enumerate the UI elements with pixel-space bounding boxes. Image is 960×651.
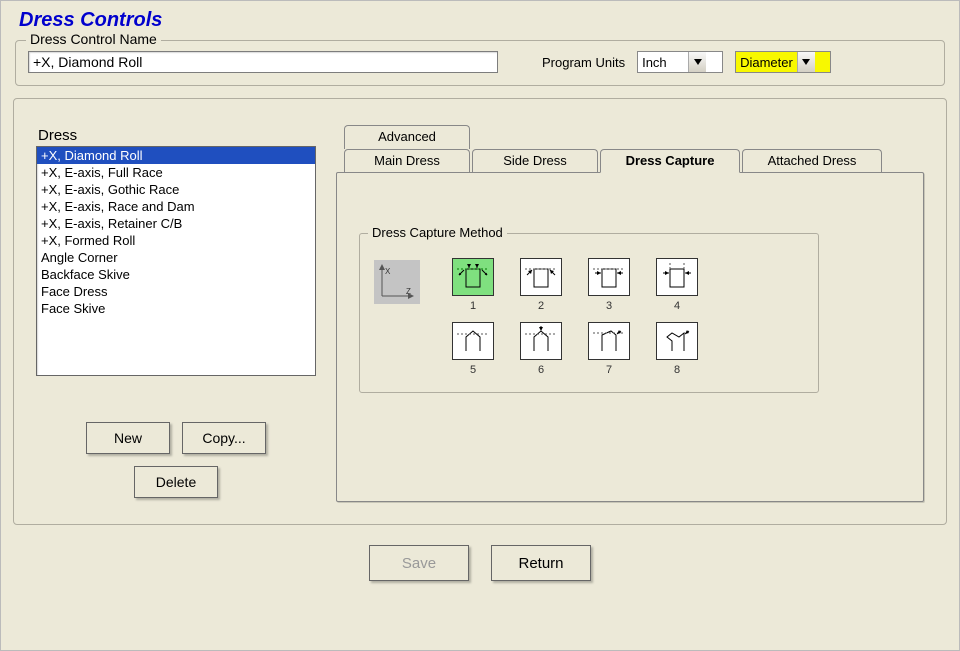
method-number: 8 xyxy=(674,364,680,376)
list-item[interactable]: Face Skive xyxy=(37,300,315,317)
list-item[interactable]: Angle Corner xyxy=(37,249,315,266)
left-column: Dress +X, Diamond Roll+X, E-axis, Full R… xyxy=(36,117,316,502)
method-option[interactable]: 6 xyxy=(520,322,562,376)
dress-listbox[interactable]: +X, Diamond Roll+X, E-axis, Full Race+X,… xyxy=(36,146,316,376)
name-fieldset-legend: Dress Control Name xyxy=(26,31,161,47)
capture-method-group: Dress Capture Method X Z xyxy=(359,233,819,393)
new-button[interactable]: New xyxy=(86,422,170,454)
svg-text:X: X xyxy=(385,267,391,276)
axis-preview-icon: X Z xyxy=(374,260,420,304)
method-number: 2 xyxy=(538,300,544,312)
list-item[interactable]: +X, E-axis, Retainer C/B xyxy=(37,215,315,232)
capture-method-legend: Dress Capture Method xyxy=(368,225,507,240)
copy-button[interactable]: Copy... xyxy=(182,422,266,454)
tab-strip: Advanced Main Dress Side Dress Dress Cap… xyxy=(336,125,924,177)
method-icon xyxy=(656,322,698,360)
svg-text:Z: Z xyxy=(406,287,411,296)
tab-attached-dress[interactable]: Attached Dress xyxy=(742,149,882,173)
main-panel: Dress +X, Diamond Roll+X, E-axis, Full R… xyxy=(13,98,947,525)
chevron-down-icon xyxy=(797,52,815,72)
method-option[interactable]: 2 xyxy=(520,258,562,312)
list-item[interactable]: Backface Skive xyxy=(37,266,315,283)
tab-side-dress[interactable]: Side Dress xyxy=(472,149,598,173)
method-icon xyxy=(452,322,494,360)
tab-main-dress[interactable]: Main Dress xyxy=(344,149,470,173)
method-number: 3 xyxy=(606,300,612,312)
method-icon xyxy=(520,258,562,296)
name-fieldset: Dress Control Name Program Units Inch Di… xyxy=(15,40,945,86)
units-select[interactable]: Inch xyxy=(637,51,723,73)
program-units-label: Program Units xyxy=(542,55,625,70)
return-button[interactable]: Return xyxy=(491,545,591,581)
method-icon xyxy=(656,258,698,296)
delete-button[interactable]: Delete xyxy=(134,466,218,498)
tab-advanced[interactable]: Advanced xyxy=(344,125,470,149)
control-name-input[interactable] xyxy=(28,51,498,73)
dress-list-label: Dress xyxy=(38,127,316,144)
method-option[interactable]: 5 xyxy=(452,322,494,376)
method-icon xyxy=(588,322,630,360)
list-item[interactable]: +X, Diamond Roll xyxy=(37,147,315,164)
chevron-down-icon xyxy=(688,52,706,72)
window-root: Dress Controls Dress Control Name Progra… xyxy=(0,0,960,651)
method-number: 6 xyxy=(538,364,544,376)
method-icon xyxy=(588,258,630,296)
list-item[interactable]: +X, Formed Roll xyxy=(37,232,315,249)
method-grid: 1 2 3 4 5 6 7 8 xyxy=(444,258,706,378)
right-column: Advanced Main Dress Side Dress Dress Cap… xyxy=(336,117,924,502)
tab-content: Dress Capture Method X Z xyxy=(336,172,924,502)
method-icon xyxy=(452,258,494,296)
list-item[interactable]: +X, E-axis, Gothic Race xyxy=(37,181,315,198)
save-button[interactable]: Save xyxy=(369,545,469,581)
method-option[interactable]: 3 xyxy=(588,258,630,312)
method-number: 1 xyxy=(470,300,476,312)
method-number: 4 xyxy=(674,300,680,312)
mode-select[interactable]: Diameter xyxy=(735,51,831,73)
page-title: Dress Controls xyxy=(19,9,947,32)
mode-select-value: Diameter xyxy=(736,55,797,70)
method-option[interactable]: 8 xyxy=(656,322,698,376)
method-number: 5 xyxy=(470,364,476,376)
method-option[interactable]: 1 xyxy=(452,258,494,312)
list-item[interactable]: +X, E-axis, Full Race xyxy=(37,164,315,181)
method-icon xyxy=(520,322,562,360)
list-item[interactable]: Face Dress xyxy=(37,283,315,300)
tab-dress-capture[interactable]: Dress Capture xyxy=(600,149,740,173)
units-select-value: Inch xyxy=(638,55,688,70)
method-option[interactable]: 7 xyxy=(588,322,630,376)
bottom-button-row: Save Return xyxy=(13,545,947,581)
method-number: 7 xyxy=(606,364,612,376)
list-item[interactable]: +X, E-axis, Race and Dam xyxy=(37,198,315,215)
method-option[interactable]: 4 xyxy=(656,258,698,312)
